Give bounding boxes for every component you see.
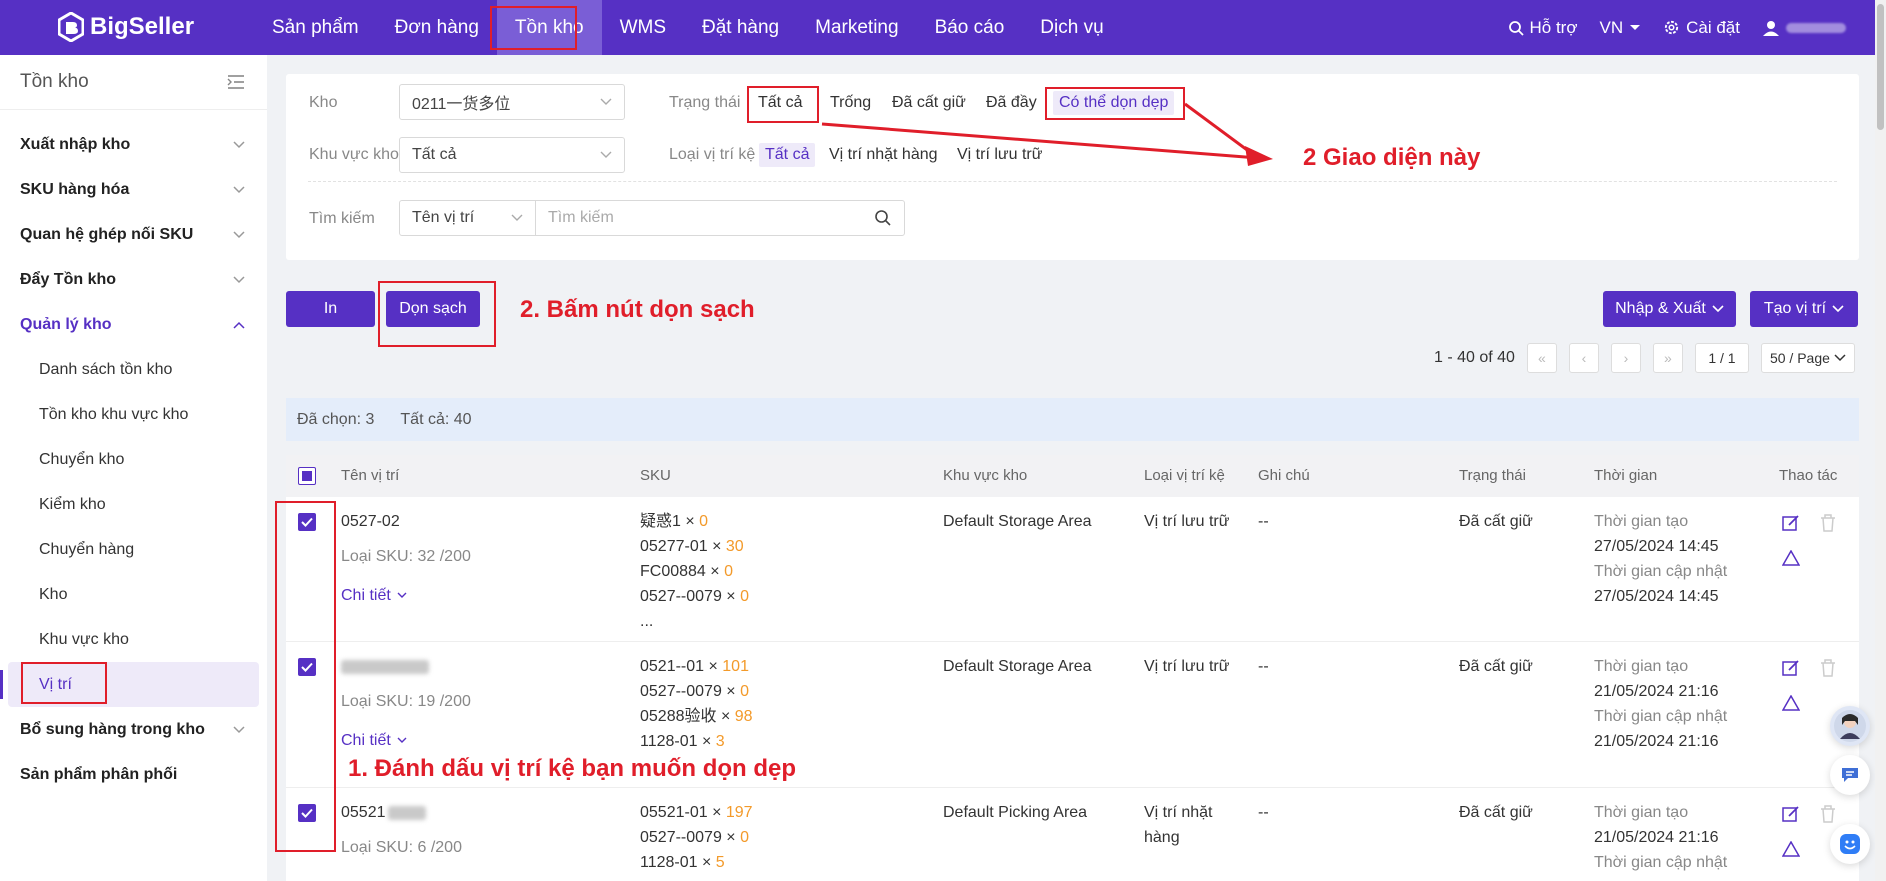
annotation-arrows [821, 102, 1273, 166]
annotation-step-click-clean: 2. Bấm nút dọn sạch [520, 296, 755, 323]
annotation-step-interface: 2 Giao diện này [1303, 144, 1481, 171]
annotation-step-select-locations: 1. Đánh dấu vị trí kệ bạn muốn dọn dẹp [348, 755, 797, 782]
